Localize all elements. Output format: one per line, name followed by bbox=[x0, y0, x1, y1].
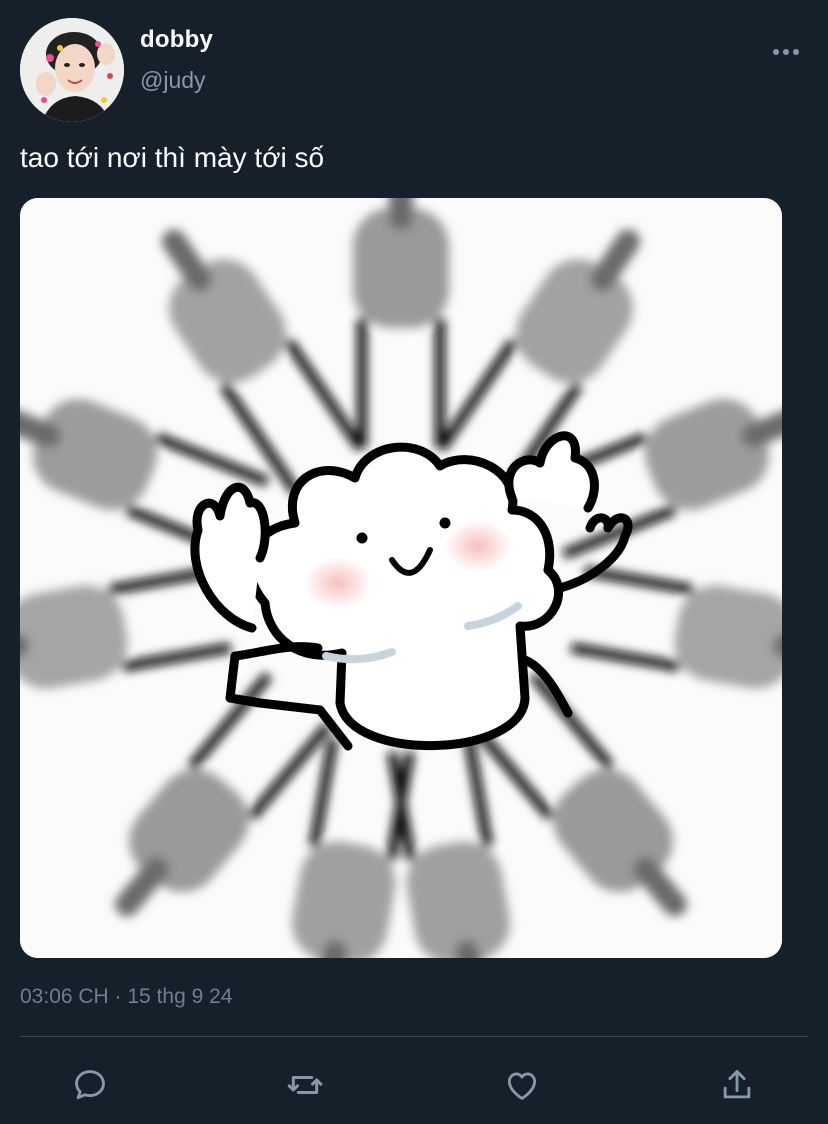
heart-icon bbox=[507, 1072, 537, 1100]
share-button[interactable] bbox=[715, 1063, 759, 1107]
tweet-text: tao tới nơi thì mày tới số bbox=[20, 142, 325, 173]
more-horizontal-icon bbox=[773, 49, 799, 55]
reply-icon bbox=[75, 1070, 105, 1100]
avatar[interactable] bbox=[20, 18, 124, 122]
retweet-icon bbox=[287, 1076, 323, 1094]
like-button[interactable] bbox=[500, 1063, 544, 1107]
share-icon bbox=[723, 1070, 751, 1099]
retweet-button[interactable] bbox=[283, 1063, 327, 1107]
meme-illustration bbox=[20, 198, 782, 958]
reply-button[interactable] bbox=[68, 1063, 112, 1107]
display-name[interactable]: dobby bbox=[140, 26, 213, 54]
divider bbox=[20, 1036, 808, 1037]
avatar-image bbox=[20, 18, 124, 122]
user-handle[interactable]: @judy bbox=[140, 67, 206, 94]
tweet-media-image[interactable] bbox=[20, 198, 782, 958]
more-options-button[interactable] bbox=[770, 38, 802, 66]
tweet-timestamp[interactable]: 03:06 CH · 15 thg 9 24 bbox=[20, 985, 232, 1009]
